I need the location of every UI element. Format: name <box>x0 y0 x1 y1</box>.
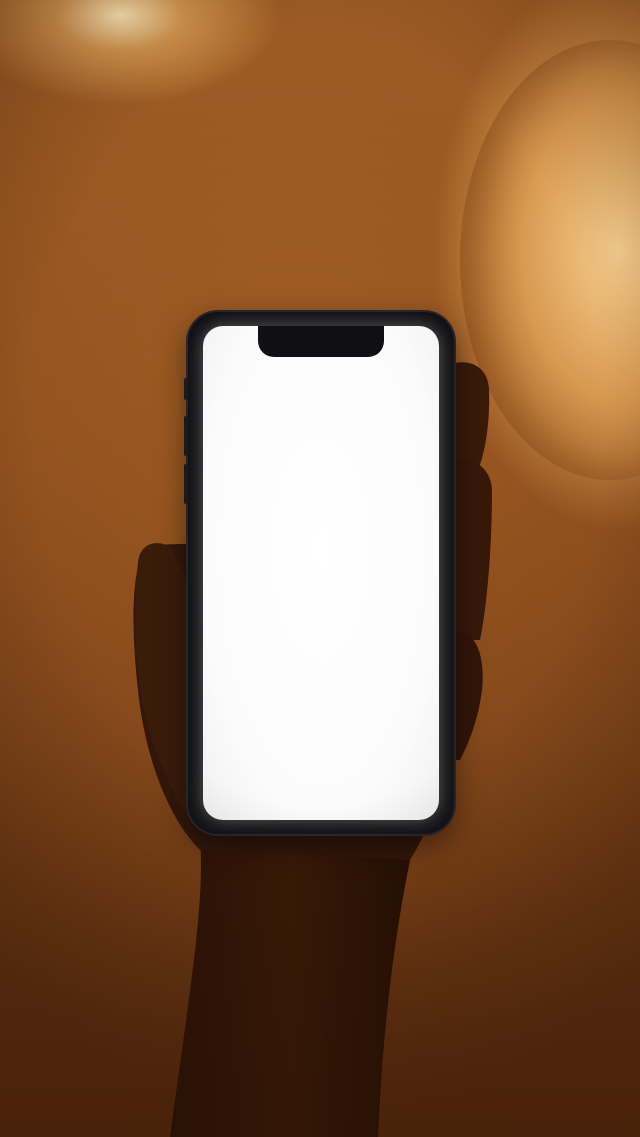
photo-scene <box>0 0 640 1137</box>
finger-middle <box>452 459 492 640</box>
finger-top <box>448 362 490 470</box>
smartphone <box>184 312 454 834</box>
mute-switch <box>184 378 188 400</box>
finger-lower <box>452 631 483 760</box>
volume-down-button <box>184 464 188 504</box>
forearm <box>170 840 410 1137</box>
phone-screen <box>203 326 439 820</box>
volume-up-button <box>184 416 188 456</box>
screen-notch <box>258 326 384 357</box>
